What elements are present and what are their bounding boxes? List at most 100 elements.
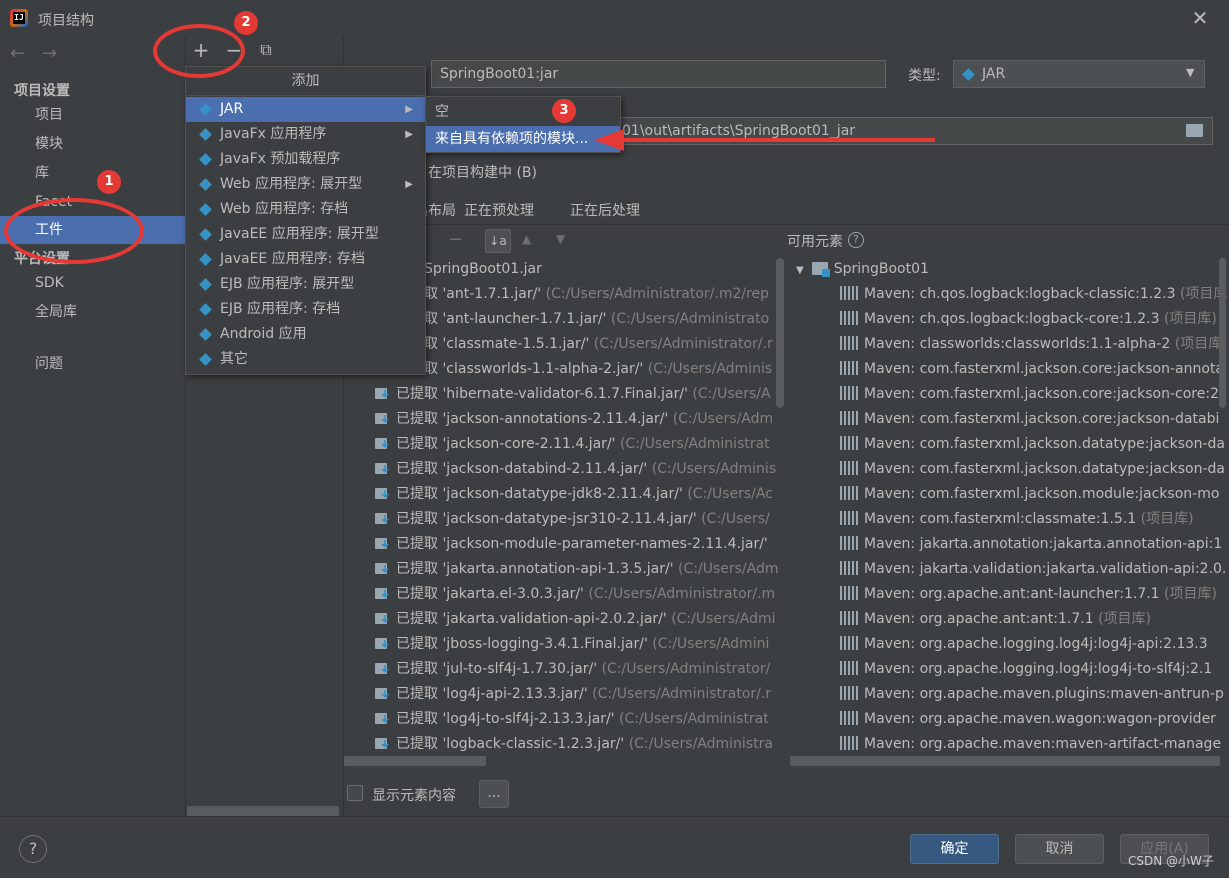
table-row[interactable]: 已提取 'jackson-core-2.11.4.jar/' (C:/Users… [374,432,770,457]
available-horizontal-scrollbar[interactable] [790,756,1220,766]
extracted-jar-icon [374,486,390,500]
available-root[interactable]: ▼ SpringBoot01 [796,257,929,282]
menu-item-label: JavaFx 预加载程序 [220,151,341,167]
library-icon [840,336,858,350]
list-item[interactable]: Maven: org.apache.logging.log4j:log4j-ap… [840,632,1208,657]
available-elements-tree[interactable]: ▼ SpringBoot01 Maven: ch.qos.logback:logb… [788,256,1229,766]
menu-item[interactable]: EJB 应用程序: 展开型 [186,272,425,297]
submenu-item-empty[interactable]: 空 [426,99,620,125]
list-item[interactable]: Maven: org.apache.maven.plugins:maven-an… [840,682,1224,707]
menu-item[interactable]: Android 应用 [186,322,425,347]
build-on-make-label[interactable]: 在项目构建中 (B) [428,162,537,182]
list-item[interactable]: Maven: classworlds:classworlds:1.1-alpha… [840,332,1222,357]
list-item[interactable]: Maven: org.apache.ant:ant:1.7.1 (项目库) [840,607,1151,632]
table-row[interactable]: 已提取 'jakarta.el-3.0.3.jar/' (C:/Users/Ad… [374,582,775,607]
table-row[interactable]: 已提取 'jackson-annotations-2.11.4.jar/' (C… [374,407,773,432]
copy-icon[interactable]: ⧉ [255,38,277,62]
row-name: 'hibernate-validator-6.1.7.Final.jar/' [442,386,688,402]
menu-item[interactable]: JavaEE 应用程序: 存档 [186,247,425,272]
menu-item[interactable]: JAR ▶ [186,97,425,122]
help-question-icon[interactable]: ? [848,232,864,248]
table-row[interactable]: 已提取 'classmate-1.5.1.jar/' (C:/Users/Adm… [374,332,773,357]
more-button[interactable]: ... [479,780,509,808]
row-name: 'jackson-datatype-jdk8-2.11.4.jar/' [442,486,683,502]
list-item[interactable]: Maven: org.apache.maven:maven-artifact-m… [840,732,1221,757]
table-row[interactable]: 已提取 'ant-1.7.1.jar/' (C:/Users/Administr… [374,282,769,307]
table-row[interactable]: 已提取 'log4j-api-2.13.3.jar/' (C:/Users/Ad… [374,682,771,707]
sidebar-item-modules[interactable]: 模块 [0,130,185,158]
menu-item-label: JavaFx 应用程序 [220,126,327,142]
list-item[interactable]: Maven: com.fasterxml.jackson.core:jackso… [840,382,1219,407]
menu-item-label: Android 应用 [220,326,307,342]
sidebar-item-global-libraries[interactable]: 全局库 [0,298,185,326]
menu-item[interactable]: EJB 应用程序: 存档 [186,297,425,322]
list-item[interactable]: Maven: com.fasterxml.jackson.datatype:ja… [840,457,1225,482]
table-row[interactable]: 已提取 'jackson-datatype-jdk8-2.11.4.jar/' … [374,482,773,507]
chevron-right-icon: ▶ [405,179,413,190]
row-prefix: 已提取 [396,636,438,652]
sidebar-item-problems[interactable]: 问题 [0,350,185,378]
list-item[interactable]: Maven: com.fasterxml.jackson.module:jack… [840,482,1219,507]
forward-icon[interactable]: → [42,43,57,64]
list-item[interactable]: Maven: com.fasterxml.jackson.core:jackso… [840,357,1224,382]
table-row[interactable]: 已提取 'ant-launcher-1.7.1.jar/' (C:/Users/… [374,307,769,332]
sidebar-item-libraries[interactable]: 库 [0,159,185,187]
output-root[interactable]: SpringBoot01.jar [424,257,542,282]
help-button[interactable]: ? [19,835,47,863]
list-item[interactable]: Maven: org.apache.ant:ant-launcher:1.7.1… [840,582,1217,607]
horizontal-scrollbar[interactable] [187,806,339,816]
table-row[interactable]: 已提取 'jboss-logging-3.4.1.Final.jar/' (C:… [374,632,769,657]
cancel-button[interactable]: 取消 [1015,834,1104,864]
sidebar-item-sdk[interactable]: SDK [0,269,185,297]
list-item[interactable]: Maven: com.fasterxml.jackson.core:jackso… [840,407,1219,432]
table-row[interactable]: 已提取 'jackson-module-parameter-names-2.11… [374,532,768,557]
list-item[interactable]: Maven: org.apache.logging.log4j:log4j-to… [840,657,1212,682]
table-row[interactable]: 已提取 'log4j-to-slf4j-2.13.3.jar/' (C:/Use… [374,707,769,732]
output-horizontal-scrollbar[interactable] [344,756,486,766]
list-item[interactable]: Maven: jakarta.validation:jakarta.valida… [840,557,1226,582]
menu-item[interactable]: Web 应用程序: 存档 [186,197,425,222]
library-icon [840,636,858,650]
row-name: 'log4j-to-slf4j-2.13.3.jar/' [442,711,615,727]
table-row[interactable]: 已提取 'logback-classic-1.2.3.jar/' (C:/Use… [374,732,773,757]
list-item[interactable]: Maven: com.fasterxml.jackson.datatype:ja… [840,432,1225,457]
table-row[interactable]: 已提取 'hibernate-validator-6.1.7.Final.jar… [374,382,771,407]
type-dropdown[interactable]: JAR [953,60,1205,88]
menu-item[interactable]: JavaEE 应用程序: 展开型 [186,222,425,247]
close-icon[interactable]: ✕ [1188,6,1212,30]
move-down-icon[interactable]: ▼ [556,232,565,246]
back-icon[interactable]: ← [10,43,25,64]
list-item[interactable]: Maven: jakarta.annotation:jakarta.annota… [840,532,1222,557]
move-up-icon[interactable]: ▲ [522,232,531,246]
table-row[interactable]: 已提取 'jakarta.annotation-api-1.3.5.jar/' … [374,557,779,582]
sidebar-item-project[interactable]: 项目 [0,101,185,129]
tab-post-processing[interactable]: 正在后处理 [570,200,640,220]
folder-icon[interactable] [1186,124,1203,137]
list-item[interactable]: Maven: ch.qos.logback:logback-core:1.2.3… [840,307,1217,332]
show-contents-checkbox[interactable] [347,785,363,801]
remove-element-icon[interactable]: − [448,229,463,250]
table-row[interactable]: 已提取 'jul-to-slf4j-1.7.30.jar/' (C:/Users… [374,657,770,682]
table-row[interactable]: 已提取 'jackson-databind-2.11.4.jar/' (C:/U… [374,457,776,482]
artifact-name-field[interactable]: SpringBoot01:jar [431,60,886,88]
row-prefix: 已提取 [396,611,438,627]
row-name: 'jakarta.annotation-api-1.3.5.jar/' [442,561,674,577]
artifact-type-icon [199,178,212,191]
output-vertical-scrollbar[interactable] [776,258,784,408]
tab-pre-processing[interactable]: 正在预处理 [464,200,534,220]
menu-item[interactable]: 其它 [186,347,425,372]
list-item[interactable]: Maven: com.fasterxml:classmate:1.5.1 (项目… [840,507,1194,532]
table-row[interactable]: 已提取 'jakarta.validation-api-2.0.2.jar/' … [374,607,776,632]
row-path: (C:/Users/Adminis [651,461,777,477]
menu-item[interactable]: JavaFx 应用程序 ▶ [186,122,425,147]
row-path: (C:/Users/Administrator/.m2/rep [545,286,770,302]
list-item[interactable]: Maven: ch.qos.logback:logback-classic:1.… [840,282,1227,307]
table-row[interactable]: 已提取 'classworlds-1.1-alpha-2.jar/' (C:/U… [374,357,772,382]
menu-item[interactable]: Web 应用程序: 展开型 ▶ [186,172,425,197]
ok-button[interactable]: 确定 [910,834,999,864]
table-row[interactable]: 已提取 'jackson-datatype-jsr310-2.11.4.jar/… [374,507,770,532]
available-vertical-scrollbar[interactable] [1219,258,1226,408]
list-item[interactable]: Maven: org.apache.maven.wagon:wagon-prov… [840,707,1216,732]
menu-item[interactable]: JavaFx 预加载程序 [186,147,425,172]
sort-icon[interactable]: ↓a [485,229,511,253]
